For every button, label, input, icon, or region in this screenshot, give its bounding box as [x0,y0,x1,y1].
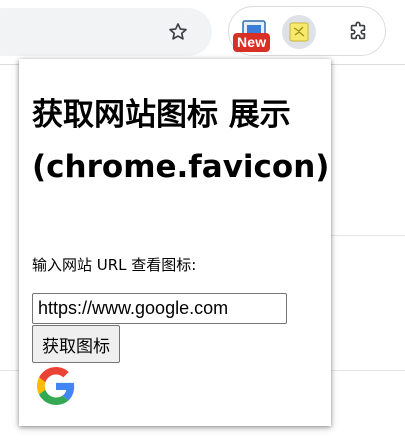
browser-toolbar: New [0,0,405,65]
extensions-menu-button[interactable] [341,15,375,49]
get-favicon-button[interactable]: 获取图标 [32,325,120,363]
puzzle-extensions-icon [350,21,366,40]
url-input[interactable] [32,293,287,324]
favicon-extension-button[interactable] [282,15,316,49]
url-label: 输入网站 URL 查看图标: [32,256,197,274]
page-divider [331,235,405,236]
extension-popup: 获取网站图标 展示 (chrome.favicon) 输入网站 URL 查看图标… [19,59,331,426]
bookmark-star-button[interactable] [162,16,194,48]
favicon-extension-icon [289,22,309,42]
popup-title: 获取网站图标 展示 (chrome.favicon) [32,97,330,185]
new-badge: New [233,33,271,52]
star-icon [169,23,187,40]
google-g-icon [37,367,75,405]
